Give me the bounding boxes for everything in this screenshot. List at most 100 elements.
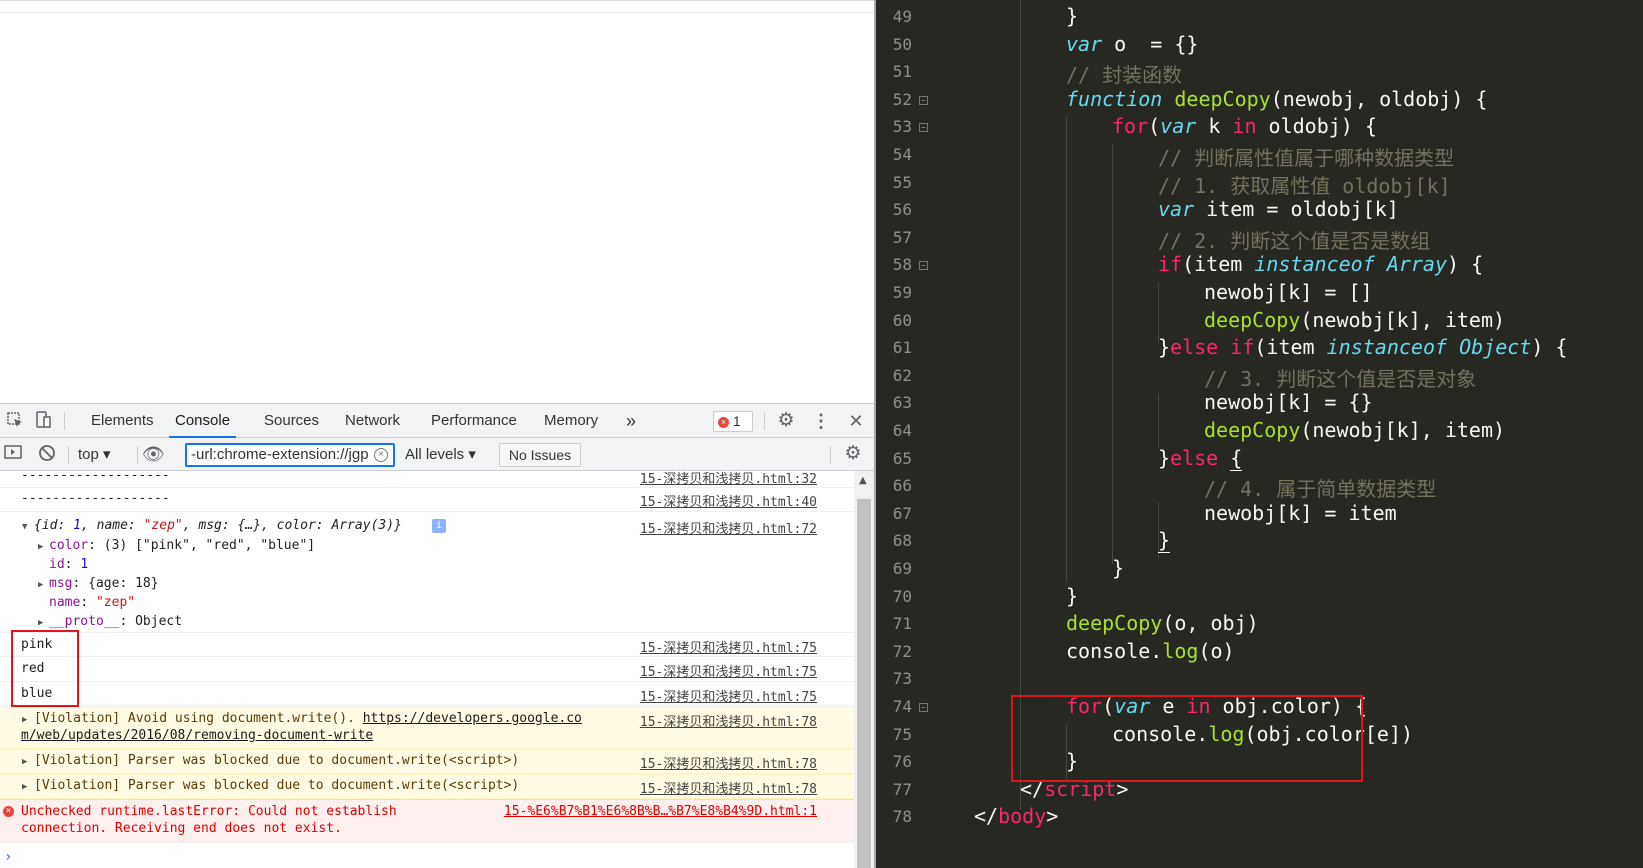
line-number: 54: [892, 145, 912, 164]
expand-triangle-icon[interactable]: ▶: [38, 542, 43, 552]
console-row: ------------------- 15-深拷贝和浅拷贝.html:32: [0, 471, 854, 488]
code-line[interactable]: // 4. 属于简单数据类型: [1204, 473, 1436, 502]
expand-triangle-icon[interactable]: ▶: [38, 580, 43, 590]
page-viewport: [0, 0, 874, 403]
code-line[interactable]: if(item instanceof Array) {: [1158, 252, 1483, 276]
error-icon: ×: [3, 806, 14, 817]
console-filter-input[interactable]: -url:chrome-extension://jgp: [185, 443, 395, 467]
line-number: 64: [892, 421, 912, 440]
source-link[interactable]: 15-%E6%B7%B1%E6%8B%B…%B7%E8%B4%9D.html:1: [504, 804, 817, 819]
expand-triangle-icon[interactable]: ▶: [22, 757, 27, 767]
more-options-icon[interactable]: ⋮: [810, 411, 832, 431]
doc-link[interactable]: https://developers.google.co: [363, 711, 582, 726]
console-row-warning: ▶ [Violation] Parser was blocked due to …: [0, 749, 854, 774]
source-link[interactable]: 15-深拷贝和浅拷贝.html:40: [640, 491, 817, 510]
source-link[interactable]: 15-深拷贝和浅拷贝.html:78: [640, 711, 817, 730]
code-line[interactable]: deepCopy(newobj[k], item): [1204, 418, 1505, 442]
tab-network[interactable]: Network: [339, 404, 406, 438]
code-line[interactable]: </body>: [974, 804, 1058, 828]
fold-toggle-icon[interactable]: −: [919, 123, 928, 133]
code-line[interactable]: newobj[k] = {}: [1204, 390, 1373, 414]
close-devtools-icon[interactable]: ✕: [845, 411, 867, 431]
source-link[interactable]: 15-深拷贝和浅拷贝.html:32: [640, 471, 817, 487]
more-tabs-button[interactable]: »: [620, 404, 642, 438]
line-number: 50: [892, 34, 912, 54]
context-select[interactable]: top ▾: [78, 444, 111, 466]
code-line[interactable]: }: [1112, 556, 1124, 580]
browser-window: Elements Console Sources Network Perform…: [0, 0, 874, 868]
code-line[interactable]: newobj[k] = item: [1204, 501, 1397, 525]
code-line[interactable]: for(var k in oldobj) {: [1112, 114, 1377, 138]
code-line[interactable]: deepCopy(o, obj): [1066, 611, 1259, 635]
object-preview[interactable]: {id: 1, name: "zep", msg: {…}, color: Ar…: [34, 518, 402, 533]
code-line[interactable]: // 1. 获取属性值 oldobj[k]: [1158, 170, 1451, 199]
code-line[interactable]: }: [1066, 4, 1078, 28]
expand-triangle-icon[interactable]: ▼: [22, 522, 27, 532]
code-line[interactable]: // 3. 判断这个值是否是对象: [1204, 363, 1476, 392]
console-scrollbar[interactable]: ▲: [854, 471, 874, 868]
prompt-chevron-icon: ›: [4, 849, 13, 865]
source-link[interactable]: 15-深拷贝和浅拷贝.html:75: [640, 637, 817, 656]
console-row-warning: ▶ [Violation] Avoid using document.write…: [0, 707, 854, 749]
chevron-down-icon: ▾: [468, 446, 476, 463]
line-number: 55: [892, 172, 912, 192]
tab-elements[interactable]: Elements: [85, 404, 160, 438]
fold-toggle-icon[interactable]: −: [919, 95, 928, 105]
error-count-badge[interactable]: × 1: [713, 411, 753, 432]
scroll-up-icon[interactable]: ▲: [859, 475, 867, 486]
line-number: 72: [892, 641, 912, 661]
code-line[interactable]: }else {: [1158, 445, 1243, 471]
line-number: 51: [892, 62, 912, 82]
tab-performance[interactable]: Performance: [425, 404, 523, 438]
code-line[interactable]: }: [1158, 528, 1171, 554]
expand-triangle-icon[interactable]: ▶: [22, 715, 27, 725]
tab-sources[interactable]: Sources: [258, 404, 325, 438]
code-line[interactable]: var item = oldobj[k]: [1158, 197, 1399, 221]
clear-filter-icon[interactable]: ×: [374, 448, 388, 462]
code-line[interactable]: // 封装函数: [1066, 59, 1182, 88]
doc-link-continued[interactable]: m/web/updates/2016/08/removing-document-…: [21, 728, 373, 743]
tab-memory[interactable]: Memory: [538, 404, 604, 438]
code-editor[interactable]: 49 50 51 52−53−54 55 56 57 58−59 60 61 62 63 64 65 66 6…: [876, 0, 1643, 868]
line-number: 56: [892, 200, 912, 220]
expand-triangle-icon[interactable]: ▶: [22, 782, 27, 792]
sidebar-toggle-icon[interactable]: [2, 444, 24, 464]
tab-console[interactable]: Console: [169, 404, 237, 438]
source-link[interactable]: 15-深拷贝和浅拷贝.html:72: [640, 518, 817, 537]
source-link[interactable]: 15-深拷贝和浅拷贝.html:75: [640, 661, 817, 680]
code-line[interactable]: // 2. 判断这个值是否是数组: [1158, 225, 1430, 254]
code-line[interactable]: console.log(o): [1066, 639, 1235, 663]
live-expression-eye-icon[interactable]: 👁: [142, 444, 165, 464]
line-number: 58: [892, 255, 912, 275]
console-row: blue 15-深拷贝和浅拷贝.html:75: [0, 682, 854, 706]
code-line[interactable]: var o = {}: [1066, 32, 1198, 56]
console-row-error: × Unchecked runtime.lastError: Could not…: [0, 799, 854, 843]
line-number: 75: [892, 724, 912, 744]
code-line[interactable]: deepCopy(newobj[k], item): [1204, 308, 1505, 332]
expand-triangle-icon[interactable]: ▶: [38, 618, 43, 628]
code-line[interactable]: // 判断属性值属于哪种数据类型: [1158, 142, 1454, 171]
device-toggle-icon[interactable]: [32, 411, 54, 431]
source-link[interactable]: 15-深拷贝和浅拷贝.html:78: [640, 778, 817, 797]
clear-console-icon[interactable]: [36, 444, 58, 464]
inspect-element-icon[interactable]: [4, 411, 26, 431]
line-number: 60: [892, 310, 912, 330]
line-number: 77: [892, 779, 912, 799]
settings-gear-icon[interactable]: ⚙: [775, 411, 797, 431]
fold-toggle-icon[interactable]: −: [919, 703, 928, 712]
line-number: 62: [892, 365, 912, 385]
fold-toggle-icon[interactable]: −: [919, 261, 928, 271]
log-levels-dropdown[interactable]: All levels ▾: [405, 444, 476, 466]
code-line[interactable]: }else if(item instanceof Object) {: [1158, 335, 1567, 359]
console-settings-gear-icon[interactable]: ⚙: [842, 444, 864, 464]
console-row-warning: ▶ [Violation] Parser was blocked due to …: [0, 774, 854, 799]
code-line[interactable]: function deepCopy(newobj, oldobj) {: [1066, 87, 1487, 111]
source-link[interactable]: 15-深拷贝和浅拷贝.html:78: [640, 753, 817, 772]
issues-button[interactable]: No Issues: [499, 443, 581, 467]
info-icon[interactable]: i: [432, 519, 446, 533]
source-link[interactable]: 15-深拷贝和浅拷贝.html:75: [640, 686, 817, 705]
code-line[interactable]: }: [1066, 584, 1078, 608]
line-number: 76: [892, 752, 912, 772]
line-number: 63: [892, 393, 912, 413]
code-line[interactable]: newobj[k] = []: [1204, 280, 1373, 304]
